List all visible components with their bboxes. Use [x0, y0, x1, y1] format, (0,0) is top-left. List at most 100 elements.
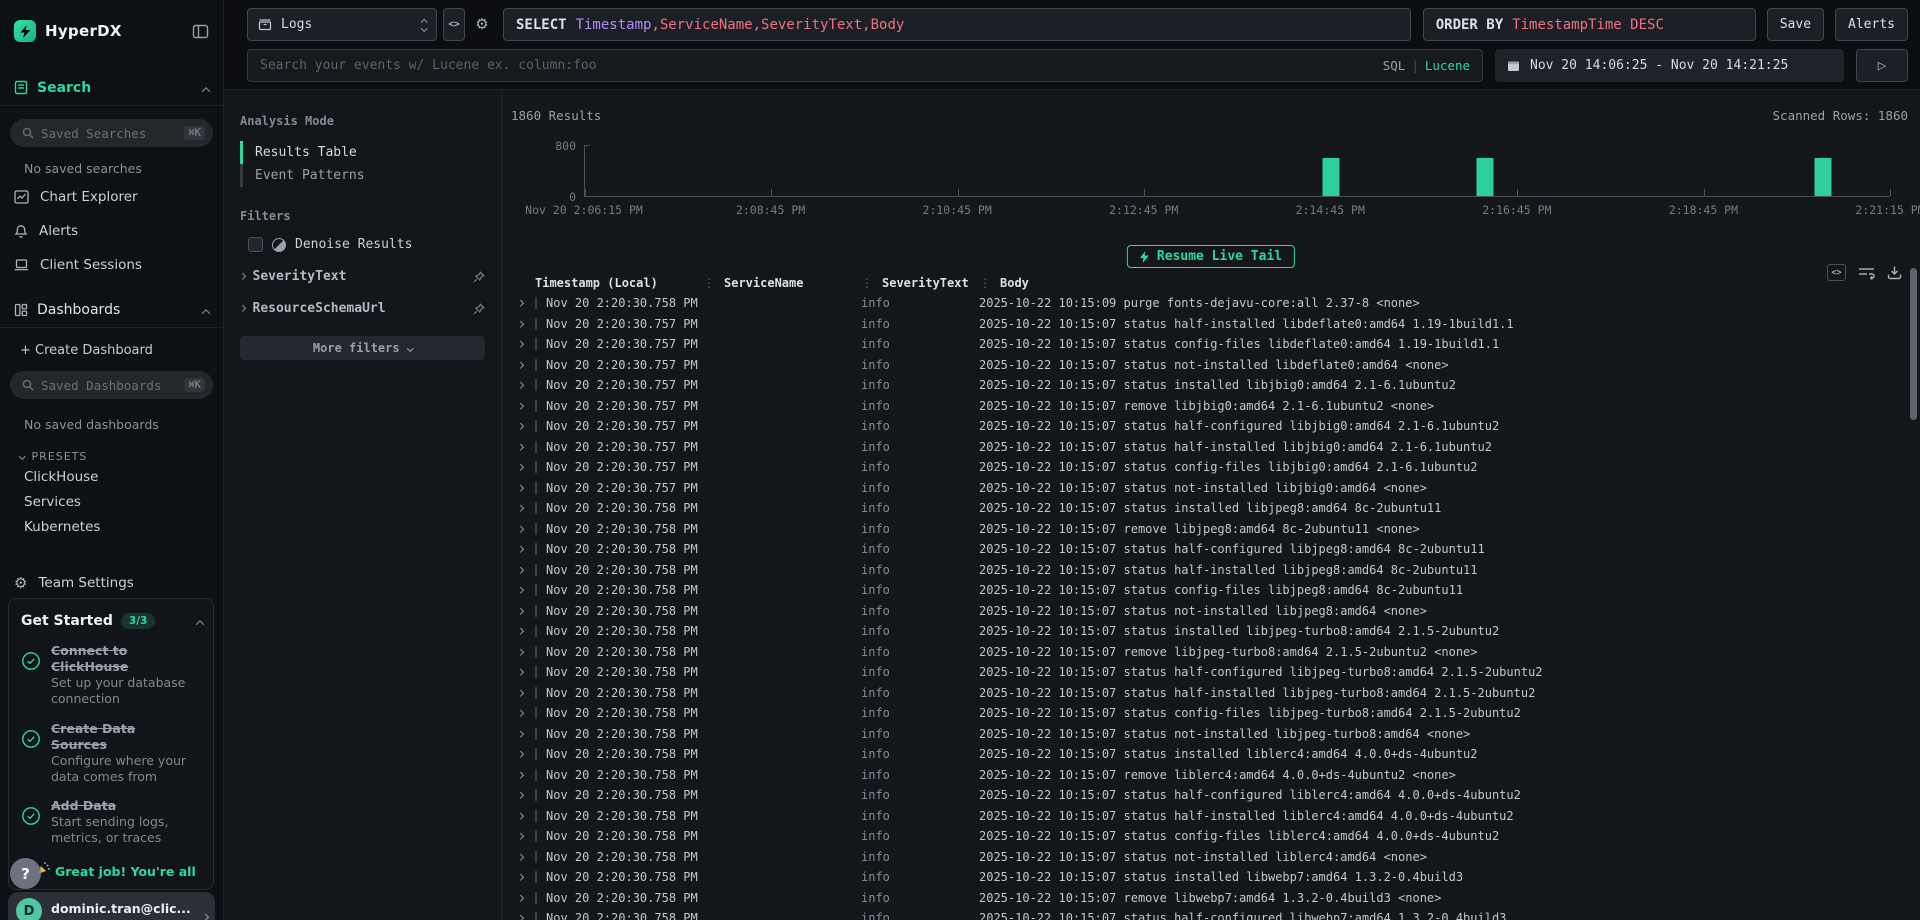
expand-row-icon[interactable] — [506, 650, 535, 655]
expand-row-icon[interactable] — [506, 465, 535, 470]
expand-row-icon[interactable] — [506, 875, 535, 880]
saved-searches-input[interactable]: ⌘K — [10, 119, 213, 147]
table-row[interactable]: Nov 20 2:20:30.758 PM info 2025-10-22 10… — [506, 539, 1906, 560]
event-search-box[interactable]: SQL|Lucene — [247, 49, 1483, 82]
chevron-up-icon[interactable] — [203, 300, 209, 319]
expand-row-icon[interactable] — [506, 855, 535, 860]
expand-row-icon[interactable] — [506, 404, 535, 409]
expand-row-icon[interactable] — [506, 773, 535, 778]
table-row[interactable]: Nov 20 2:20:30.758 PM info 2025-10-22 10… — [506, 519, 1906, 540]
resume-live-tail-button[interactable]: Resume Live Tail — [1127, 245, 1295, 268]
sidebar-section-search[interactable]: Search — [0, 70, 223, 106]
denoise-checkbox[interactable] — [248, 237, 263, 252]
expand-row-icon[interactable] — [506, 732, 535, 737]
preset-kubernetes[interactable]: Kubernetes — [0, 516, 223, 538]
denoise-results-toggle[interactable]: Denoise Results — [240, 237, 485, 252]
table-row[interactable]: Nov 20 2:20:30.758 PM info 2025-10-22 10… — [506, 867, 1906, 888]
alerts-button[interactable]: Alerts — [1835, 8, 1908, 41]
expand-row-icon[interactable] — [506, 588, 535, 593]
preset-clickhouse[interactable]: ClickHouse — [0, 466, 223, 488]
save-button[interactable]: Save — [1767, 8, 1824, 41]
sidebar-section-dashboards[interactable]: Dashboards — [0, 292, 223, 328]
pin-icon[interactable] — [473, 271, 485, 283]
help-button[interactable]: ? — [10, 858, 41, 889]
sidebar-item-alerts[interactable]: Alerts — [0, 218, 223, 244]
column-resize-handle[interactable]: ⋮ — [861, 276, 873, 290]
column-header-body[interactable]: ⋮Body — [979, 276, 1906, 290]
chart-bar[interactable] — [1323, 158, 1340, 196]
get-started-item-connect[interactable]: Connect to ClickHouse Set up your databa… — [21, 643, 203, 708]
expand-row-icon[interactable] — [506, 711, 535, 716]
user-menu[interactable]: D dominic.tran@clic... dominic.tran@clic… — [8, 892, 215, 920]
select-clause-input[interactable]: SELECTTimestamp,ServiceName,SeverityText… — [503, 8, 1411, 41]
column-header-severitytext[interactable]: ⋮SeverityText — [861, 276, 979, 290]
expand-row-icon[interactable] — [506, 322, 535, 327]
vertical-scrollbar[interactable] — [1910, 268, 1917, 420]
table-row[interactable]: Nov 20 2:20:30.757 PM info 2025-10-22 10… — [506, 314, 1906, 335]
chevron-up-icon[interactable] — [203, 78, 209, 97]
expand-row-icon[interactable] — [506, 506, 535, 511]
table-row[interactable]: Nov 20 2:20:30.758 PM info 2025-10-22 10… — [506, 703, 1906, 724]
expand-row-icon[interactable] — [506, 793, 535, 798]
column-header-timestamp[interactable]: Timestamp (Local) — [535, 276, 703, 290]
table-row[interactable]: Nov 20 2:20:30.758 PM info 2025-10-22 10… — [506, 826, 1906, 847]
table-row[interactable]: Nov 20 2:20:30.758 PM info 2025-10-22 10… — [506, 662, 1906, 683]
order-by-input[interactable]: ORDER BYTimestampTime DESC — [1423, 8, 1756, 41]
sidebar-collapse-icon[interactable] — [192, 23, 209, 40]
table-row[interactable]: Nov 20 2:20:30.758 PM info 2025-10-22 10… — [506, 908, 1906, 920]
expand-row-icon[interactable] — [506, 568, 535, 573]
expand-row-icon[interactable] — [506, 629, 535, 634]
table-row[interactable]: Nov 20 2:20:30.758 PM info 2025-10-22 10… — [506, 642, 1906, 663]
table-row[interactable]: Nov 20 2:20:30.757 PM info 2025-10-22 10… — [506, 396, 1906, 417]
filter-group-severitytext[interactable]: SeverityText — [240, 269, 485, 284]
expand-row-icon[interactable] — [506, 752, 535, 757]
table-row[interactable]: Nov 20 2:20:30.757 PM info 2025-10-22 10… — [506, 478, 1906, 499]
saved-dashboards-input[interactable]: ⌘K — [10, 371, 213, 399]
table-row[interactable]: Nov 20 2:20:30.758 PM info 2025-10-22 10… — [506, 498, 1906, 519]
column-resize-handle[interactable]: ⋮ — [703, 276, 715, 290]
time-range-picker[interactable]: Nov 20 14:06:25 - Nov 20 14:21:25 — [1495, 49, 1844, 82]
get-started-item-sources[interactable]: Create Data Sources Configure where your… — [21, 721, 203, 786]
chart-plot[interactable] — [584, 145, 1890, 197]
table-row[interactable]: Nov 20 2:20:30.758 PM info 2025-10-22 10… — [506, 744, 1906, 765]
mode-event-patterns[interactable]: Event Patterns — [240, 164, 485, 187]
expand-row-icon[interactable] — [506, 301, 535, 306]
mode-results-table[interactable]: Results Table — [240, 141, 485, 164]
expand-row-icon[interactable] — [506, 916, 535, 920]
table-row[interactable]: Nov 20 2:20:30.757 PM info 2025-10-22 10… — [506, 375, 1906, 396]
more-filters-button[interactable]: More filters — [240, 336, 485, 360]
table-row[interactable]: Nov 20 2:20:30.758 PM info 2025-10-22 10… — [506, 293, 1906, 314]
table-row[interactable]: Nov 20 2:20:30.757 PM info 2025-10-22 10… — [506, 355, 1906, 376]
table-row[interactable]: Nov 20 2:20:30.758 PM info 2025-10-22 10… — [506, 621, 1906, 642]
table-row[interactable]: Nov 20 2:20:30.758 PM info 2025-10-22 10… — [506, 765, 1906, 786]
preset-services[interactable]: Services — [0, 491, 223, 513]
table-row[interactable]: Nov 20 2:20:30.758 PM info 2025-10-22 10… — [506, 806, 1906, 827]
column-header-servicename[interactable]: ⋮ServiceName — [703, 276, 861, 290]
create-dashboard-button[interactable]: + Create Dashboard — [20, 343, 209, 358]
language-lucene[interactable]: Lucene — [1425, 58, 1470, 73]
language-toggle[interactable]: SQL|Lucene — [1383, 58, 1470, 73]
expand-row-icon[interactable] — [506, 609, 535, 614]
table-row[interactable]: Nov 20 2:20:30.757 PM info 2025-10-22 10… — [506, 334, 1906, 355]
chevron-up-icon[interactable] — [197, 611, 203, 630]
expand-row-icon[interactable] — [506, 383, 535, 388]
expand-row-icon[interactable] — [506, 424, 535, 429]
filter-group-resourceschemaurl[interactable]: ResourceSchemaUrl — [240, 301, 485, 316]
event-search-input[interactable] — [260, 58, 1373, 73]
expand-row-icon[interactable] — [506, 670, 535, 675]
table-row[interactable]: Nov 20 2:20:30.757 PM info 2025-10-22 10… — [506, 416, 1906, 437]
source-settings-gear-icon[interactable]: ⚙ — [471, 8, 493, 41]
table-row[interactable]: Nov 20 2:20:30.757 PM info 2025-10-22 10… — [506, 437, 1906, 458]
expand-row-icon[interactable] — [506, 363, 535, 368]
table-row[interactable]: Nov 20 2:20:30.758 PM info 2025-10-22 10… — [506, 580, 1906, 601]
table-row[interactable]: Nov 20 2:20:30.757 PM info 2025-10-22 10… — [506, 457, 1906, 478]
get-started-header[interactable]: Get Started 3/3 — [21, 611, 203, 630]
sidebar-item-client-sessions[interactable]: Client Sessions — [0, 252, 223, 278]
chart-bar[interactable] — [1815, 158, 1832, 196]
table-row[interactable]: Nov 20 2:20:30.758 PM info 2025-10-22 10… — [506, 785, 1906, 806]
team-settings-button[interactable]: ⚙ Team Settings — [0, 570, 223, 596]
column-resize-handle[interactable]: ⋮ — [979, 276, 991, 290]
saved-searches-field[interactable] — [41, 126, 177, 141]
run-query-button[interactable]: ▷ — [1856, 49, 1908, 82]
table-row[interactable]: Nov 20 2:20:30.758 PM info 2025-10-22 10… — [506, 601, 1906, 622]
